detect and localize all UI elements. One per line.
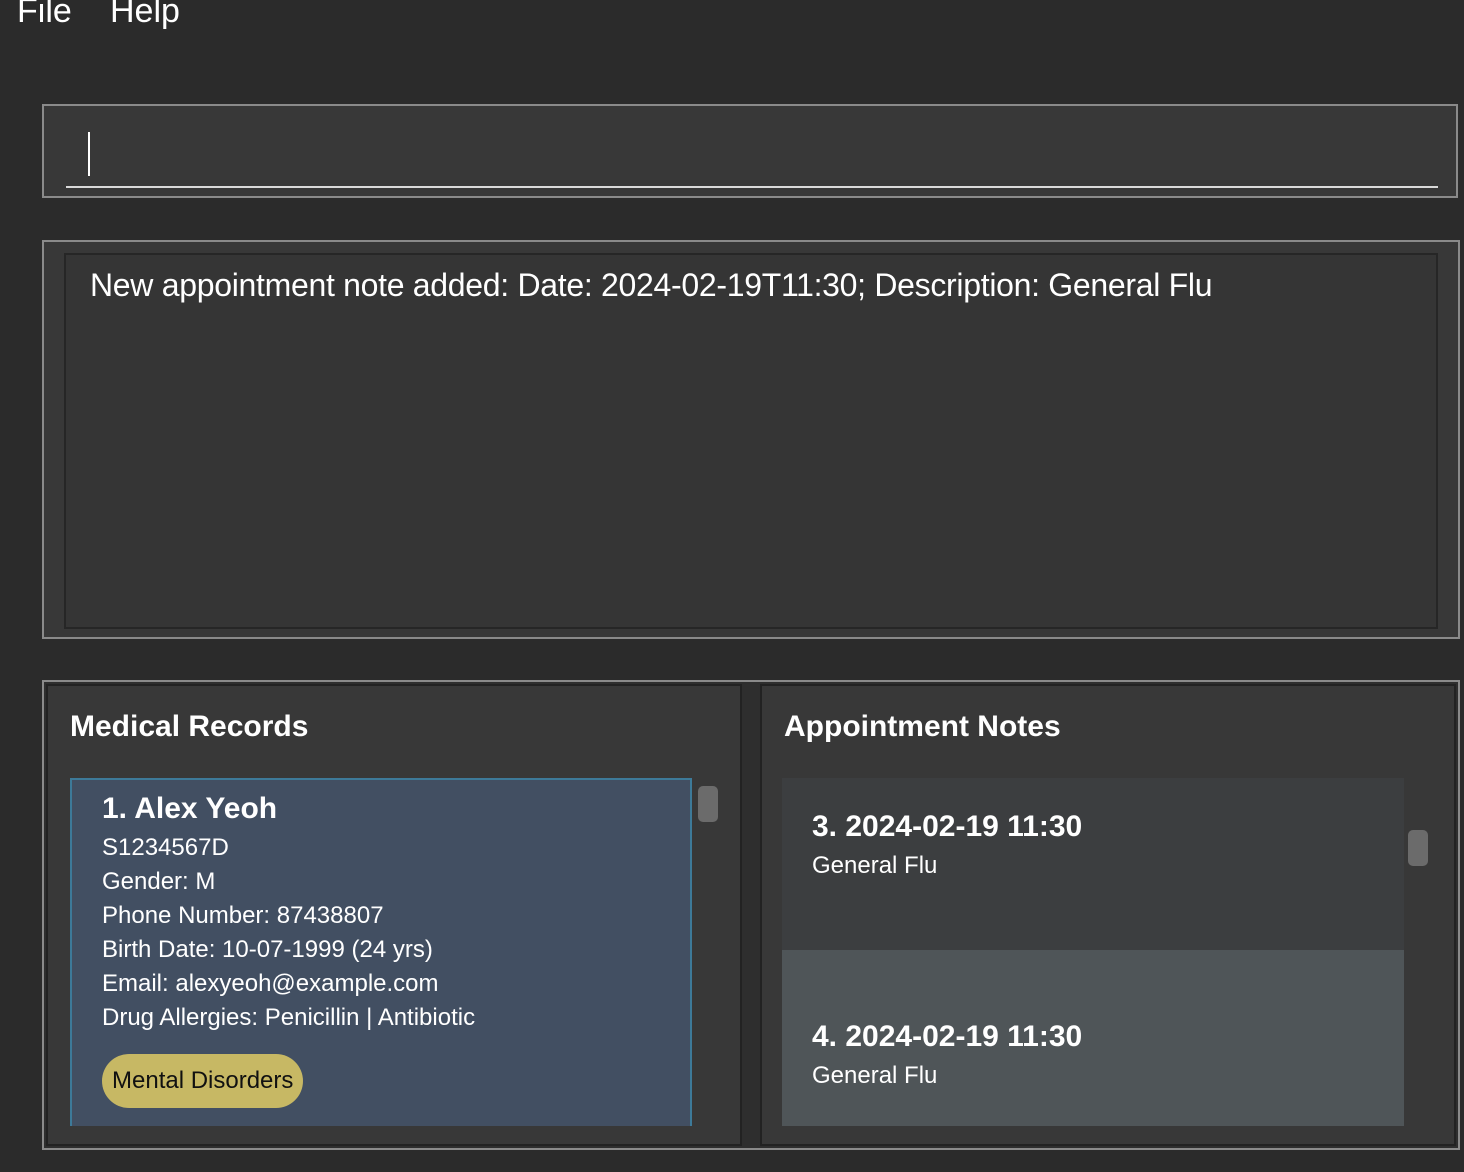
- menu-help[interactable]: Help: [110, 0, 180, 31]
- appointment-notes-panel: Appointment Notes 3. 2024-02-19 11:30 Ge…: [760, 684, 1456, 1146]
- note-description: General Flu: [812, 1062, 938, 1089]
- record-gender: Gender: M: [102, 868, 216, 895]
- result-message: New appointment note added: Date: 2024-0…: [90, 267, 1213, 303]
- text-caret: [88, 132, 90, 176]
- record-card[interactable]: 1. Alex Yeoh S1234567D Gender: M Phone N…: [70, 778, 692, 1126]
- records-scrollbar[interactable]: [698, 786, 718, 822]
- record-email: Email: alexyeoh@example.com: [102, 970, 439, 997]
- note-heading: 4. 2024-02-19 11:30: [812, 1020, 1083, 1053]
- record-drug-allergies: Drug Allergies: Penicillin | Antibiotic: [102, 1004, 476, 1031]
- menu-bar: File Help: [0, 0, 1464, 40]
- record-heading: 1. Alex Yeoh: [102, 792, 278, 825]
- note-item[interactable]: 3. 2024-02-19 11:30 General Flu: [782, 778, 1404, 950]
- note-description: General Flu: [812, 852, 938, 879]
- tag-badge: Mental Disorders: [102, 1054, 304, 1108]
- appointment-notes-title: Appointment Notes: [784, 710, 1061, 743]
- lists-container: Medical Records 1. Alex Yeoh S1234567D G…: [42, 680, 1460, 1150]
- medical-records-panel: Medical Records 1. Alex Yeoh S1234567D G…: [46, 684, 742, 1146]
- note-item[interactable]: 4. 2024-02-19 11:30 General Flu: [782, 950, 1404, 1126]
- result-display: New appointment note added: Date: 2024-0…: [42, 240, 1460, 639]
- command-box: [42, 104, 1458, 198]
- menu-file[interactable]: File: [17, 0, 72, 31]
- result-text-area[interactable]: New appointment note added: Date: 2024-0…: [64, 253, 1438, 629]
- medical-records-title: Medical Records: [70, 710, 309, 743]
- record-birth-date: Birth Date: 10-07-1999 (24 yrs): [102, 936, 433, 963]
- notes-scrollbar[interactable]: [1408, 830, 1428, 866]
- record-phone: Phone Number: 87438807: [102, 902, 384, 929]
- record-nric: S1234567D: [102, 834, 229, 861]
- note-heading: 3. 2024-02-19 11:30: [812, 810, 1083, 843]
- command-input[interactable]: [66, 122, 1438, 188]
